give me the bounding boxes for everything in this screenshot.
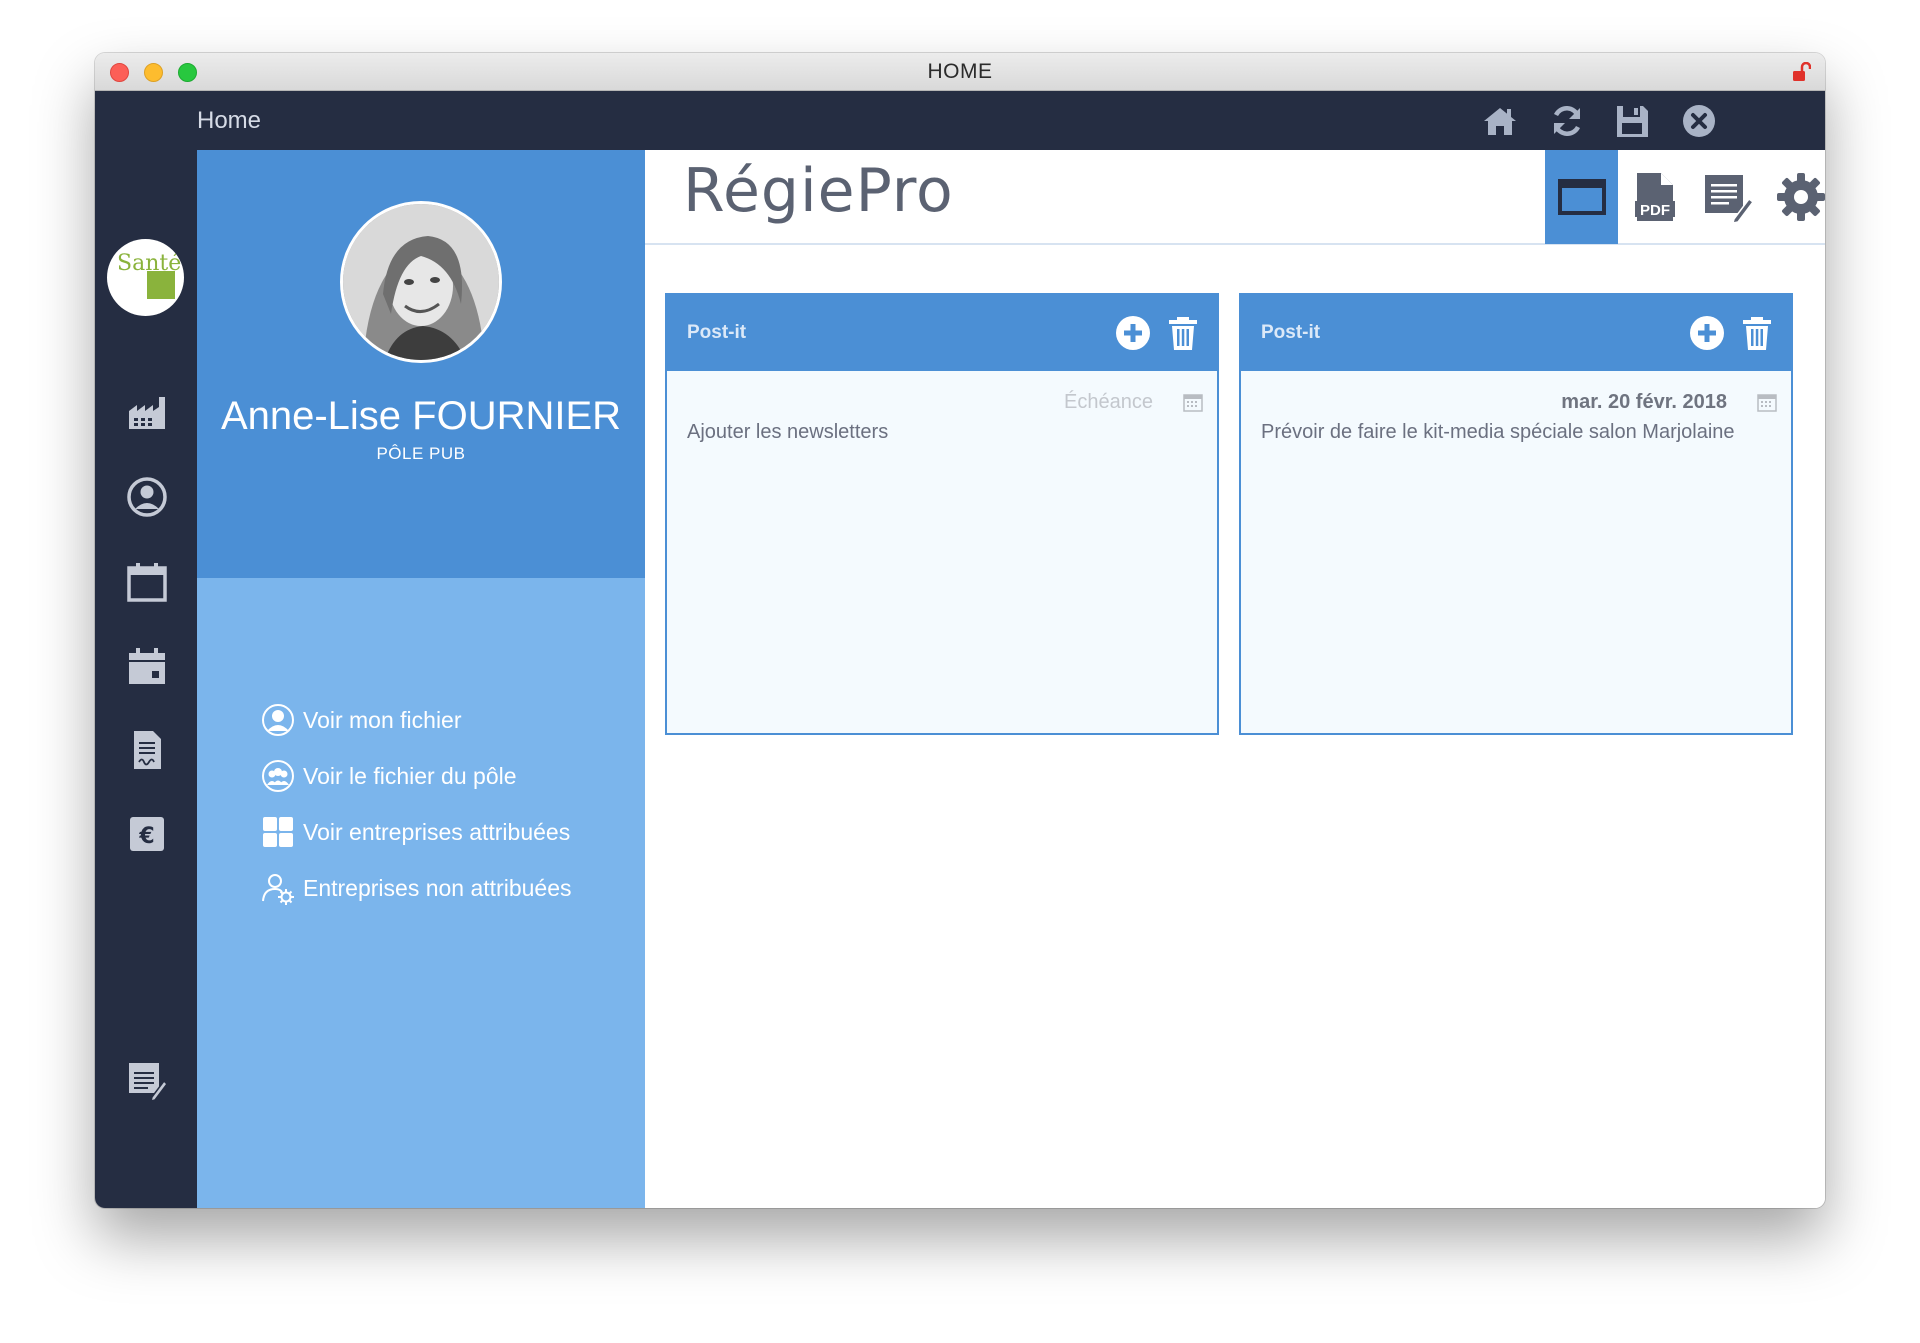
add-icon[interactable] bbox=[1115, 315, 1151, 351]
postit-header: Post-it bbox=[667, 295, 1217, 371]
svg-text:€: € bbox=[138, 824, 154, 849]
calendar-icon[interactable] bbox=[126, 561, 168, 603]
calendar-event-icon[interactable] bbox=[126, 645, 168, 687]
pdf-button[interactable]: PDF bbox=[1618, 150, 1691, 244]
home-icon[interactable] bbox=[1482, 103, 1518, 139]
user-icon[interactable] bbox=[126, 476, 168, 518]
postit-text[interactable]: Prévoir de faire le kit-media spéciale s… bbox=[1261, 421, 1735, 444]
menu-item-label: Voir entreprises attribuées bbox=[303, 818, 571, 845]
logo[interactable]: Santé bbox=[107, 239, 184, 316]
due-date-field[interactable]: mar. 20 févr. 2018 bbox=[1561, 391, 1727, 414]
add-icon[interactable] bbox=[1689, 315, 1725, 351]
menu-item-label: Entreprises non attribuées bbox=[303, 874, 572, 901]
app-window: HOME Santé € Home Anne-Lise FOURNIER PÔL… bbox=[95, 53, 1825, 1208]
pdf-icon: PDF bbox=[1634, 173, 1675, 221]
calendar-picker-icon[interactable] bbox=[1757, 393, 1777, 413]
profile-header: Anne-Lise FOURNIER PÔLE PUB bbox=[197, 150, 645, 578]
grid-icon bbox=[263, 817, 293, 847]
user-circle-icon bbox=[262, 704, 294, 736]
postit-card: Post-it mar. 20 févr. 2018 Prévoir de fa… bbox=[1239, 293, 1793, 735]
menu-item-voir-mon-fichier[interactable]: Voir mon fichier bbox=[261, 702, 462, 738]
menu-item-label: Voir mon fichier bbox=[303, 706, 462, 733]
postit-title: Post-it bbox=[687, 322, 747, 343]
user-settings-icon bbox=[262, 874, 294, 905]
window-title: HOME bbox=[927, 60, 993, 83]
postit-text[interactable]: Ajouter les newsletters bbox=[687, 421, 888, 444]
breadcrumb[interactable]: Home bbox=[197, 91, 261, 150]
notes-icon[interactable] bbox=[126, 1059, 168, 1101]
calendar-picker-icon[interactable] bbox=[1183, 393, 1203, 413]
avatar-image bbox=[343, 204, 499, 360]
left-sidebar: Santé € bbox=[95, 91, 197, 1208]
settings-icon bbox=[1776, 173, 1825, 221]
refresh-icon[interactable] bbox=[1549, 103, 1585, 139]
menu-item-voir-fichier-pole[interactable]: Voir le fichier du pôle bbox=[261, 758, 517, 794]
top-header: Home bbox=[197, 91, 1825, 150]
pdf-label: PDF bbox=[1640, 202, 1670, 219]
lock-icon[interactable] bbox=[1793, 62, 1811, 82]
avatar[interactable] bbox=[340, 201, 502, 363]
settings-button[interactable] bbox=[1764, 150, 1825, 244]
edit-list-icon bbox=[1704, 175, 1754, 223]
postit-header: Post-it bbox=[1241, 295, 1791, 371]
title-bar: HOME bbox=[95, 53, 1825, 91]
app-title: RégiePro bbox=[683, 156, 954, 226]
edit-list-button[interactable] bbox=[1691, 150, 1764, 244]
close-icon[interactable] bbox=[1681, 103, 1717, 139]
postit-card: Post-it Échéance Ajouter les newsletters bbox=[665, 293, 1219, 735]
logo-text: Santé bbox=[117, 251, 182, 276]
menu-item-entreprises-non-attribuees[interactable]: Entreprises non attribuées bbox=[261, 870, 572, 906]
factory-icon[interactable] bbox=[126, 391, 168, 433]
profile-panel: Anne-Lise FOURNIER PÔLE PUB Voir mon fic… bbox=[197, 150, 645, 1208]
due-date-field[interactable]: Échéance bbox=[1064, 391, 1153, 414]
postit-title: Post-it bbox=[1261, 322, 1321, 343]
euro-icon[interactable]: € bbox=[126, 813, 168, 855]
save-icon[interactable] bbox=[1614, 103, 1650, 139]
trash-icon[interactable] bbox=[1739, 315, 1775, 351]
window-icon bbox=[1557, 179, 1606, 215]
profile-name: Anne-Lise FOURNIER bbox=[220, 394, 622, 438]
profile-role: PÔLE PUB bbox=[376, 444, 466, 463]
main-content: RégiePro PDF Post-it Échéance Ajouter le… bbox=[645, 150, 1825, 1208]
document-icon[interactable] bbox=[126, 729, 168, 771]
window-view-button[interactable] bbox=[1545, 150, 1618, 244]
menu-item-label: Voir le fichier du pôle bbox=[303, 762, 517, 789]
group-icon bbox=[262, 760, 294, 792]
menu-item-entreprises-attribuees[interactable]: Voir entreprises attribuées bbox=[261, 814, 570, 850]
trash-icon[interactable] bbox=[1165, 315, 1201, 351]
